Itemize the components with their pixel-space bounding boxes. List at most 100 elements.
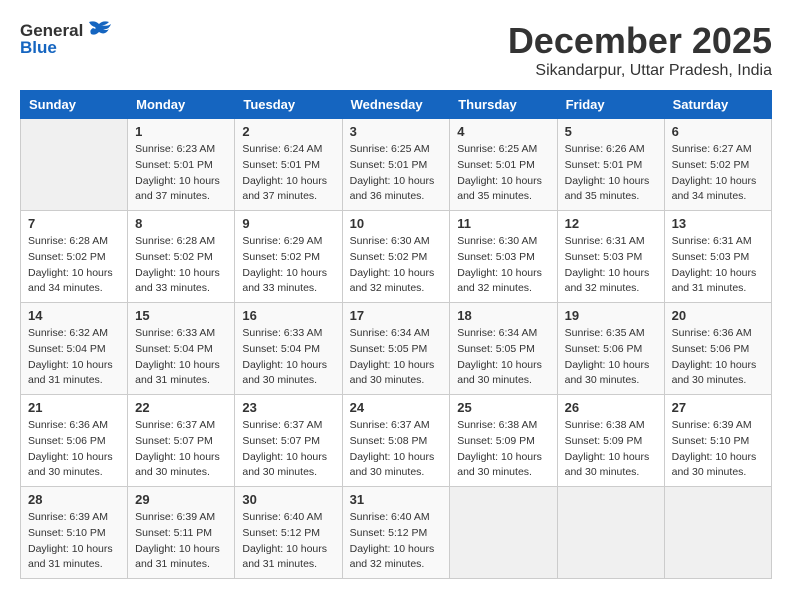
day-info: Sunrise: 6:36 AM Sunset: 5:06 PM Dayligh… bbox=[28, 418, 120, 481]
day-number: 21 bbox=[28, 400, 120, 415]
header-sunday: Sunday bbox=[21, 91, 128, 119]
day-cell: 30 Sunrise: 6:40 AM Sunset: 5:12 PM Dayli… bbox=[235, 487, 342, 579]
day-cell: 3 Sunrise: 6:25 AM Sunset: 5:01 PM Daylig… bbox=[342, 119, 450, 211]
day-number: 22 bbox=[135, 400, 227, 415]
day-number: 1 bbox=[135, 124, 227, 139]
day-cell bbox=[557, 487, 664, 579]
day-cell bbox=[450, 487, 557, 579]
calendar-header-row: SundayMondayTuesdayWednesdayThursdayFrid… bbox=[21, 91, 772, 119]
day-number: 15 bbox=[135, 308, 227, 323]
day-info: Sunrise: 6:32 AM Sunset: 5:04 PM Dayligh… bbox=[28, 326, 120, 389]
day-number: 12 bbox=[565, 216, 657, 231]
day-info: Sunrise: 6:25 AM Sunset: 5:01 PM Dayligh… bbox=[350, 142, 443, 205]
day-info: Sunrise: 6:40 AM Sunset: 5:12 PM Dayligh… bbox=[242, 510, 334, 573]
day-cell: 31 Sunrise: 6:40 AM Sunset: 5:12 PM Dayli… bbox=[342, 487, 450, 579]
day-info: Sunrise: 6:26 AM Sunset: 5:01 PM Dayligh… bbox=[565, 142, 657, 205]
day-cell: 6 Sunrise: 6:27 AM Sunset: 5:02 PM Daylig… bbox=[664, 119, 771, 211]
day-number: 19 bbox=[565, 308, 657, 323]
header-thursday: Thursday bbox=[450, 91, 557, 119]
day-cell: 18 Sunrise: 6:34 AM Sunset: 5:05 PM Dayli… bbox=[450, 303, 557, 395]
day-cell: 25Sunrise: 6:38 AM Sunset: 5:09 PM Dayli… bbox=[450, 395, 557, 487]
week-row-2: 7 Sunrise: 6:28 AM Sunset: 5:02 PM Daylig… bbox=[21, 211, 772, 303]
day-info: Sunrise: 6:34 AM Sunset: 5:05 PM Dayligh… bbox=[350, 326, 443, 389]
week-row-3: 14Sunrise: 6:32 AM Sunset: 5:04 PM Dayli… bbox=[21, 303, 772, 395]
day-number: 30 bbox=[242, 492, 334, 507]
day-cell: 10Sunrise: 6:30 AM Sunset: 5:02 PM Dayli… bbox=[342, 211, 450, 303]
week-row-5: 28Sunrise: 6:39 AM Sunset: 5:10 PM Dayli… bbox=[21, 487, 772, 579]
day-cell: 24 Sunrise: 6:37 AM Sunset: 5:08 PM Dayli… bbox=[342, 395, 450, 487]
day-info: Sunrise: 6:24 AM Sunset: 5:01 PM Dayligh… bbox=[242, 142, 334, 205]
day-info: Sunrise: 6:37 AM Sunset: 5:07 PM Dayligh… bbox=[242, 418, 334, 481]
location-title: Sikandarpur, Uttar Pradesh, India bbox=[508, 62, 772, 80]
day-cell: 5 Sunrise: 6:26 AM Sunset: 5:01 PM Daylig… bbox=[557, 119, 664, 211]
day-cell: 29 Sunrise: 6:39 AM Sunset: 5:11 PM Dayli… bbox=[128, 487, 235, 579]
day-cell: 28Sunrise: 6:39 AM Sunset: 5:10 PM Dayli… bbox=[21, 487, 128, 579]
day-info: Sunrise: 6:31 AM Sunset: 5:03 PM Dayligh… bbox=[565, 234, 657, 297]
day-number: 16 bbox=[242, 308, 334, 323]
day-number: 6 bbox=[672, 124, 764, 139]
day-number: 18 bbox=[457, 308, 549, 323]
header-friday: Friday bbox=[557, 91, 664, 119]
day-cell: 20 Sunrise: 6:36 AM Sunset: 5:06 PM Dayli… bbox=[664, 303, 771, 395]
day-number: 3 bbox=[350, 124, 443, 139]
day-cell: 12 Sunrise: 6:31 AM Sunset: 5:03 PM Dayli… bbox=[557, 211, 664, 303]
day-info: Sunrise: 6:30 AM Sunset: 5:03 PM Dayligh… bbox=[457, 234, 549, 297]
month-title: December 2025 bbox=[508, 20, 772, 62]
day-number: 4 bbox=[457, 124, 549, 139]
day-info: Sunrise: 6:39 AM Sunset: 5:11 PM Dayligh… bbox=[135, 510, 227, 573]
day-info: Sunrise: 6:40 AM Sunset: 5:12 PM Dayligh… bbox=[350, 510, 443, 573]
day-number: 31 bbox=[350, 492, 443, 507]
page-header: General Blue December 2025 Sikandarpur, … bbox=[20, 20, 772, 80]
day-cell: 2 Sunrise: 6:24 AM Sunset: 5:01 PM Daylig… bbox=[235, 119, 342, 211]
day-number: 5 bbox=[565, 124, 657, 139]
day-info: Sunrise: 6:28 AM Sunset: 5:02 PM Dayligh… bbox=[135, 234, 227, 297]
day-cell: 26Sunrise: 6:38 AM Sunset: 5:09 PM Dayli… bbox=[557, 395, 664, 487]
day-number: 23 bbox=[242, 400, 334, 415]
day-cell: 23 Sunrise: 6:37 AM Sunset: 5:07 PM Dayli… bbox=[235, 395, 342, 487]
calendar-table: SundayMondayTuesdayWednesdayThursdayFrid… bbox=[20, 90, 772, 579]
day-number: 20 bbox=[672, 308, 764, 323]
day-info: Sunrise: 6:33 AM Sunset: 5:04 PM Dayligh… bbox=[135, 326, 227, 389]
day-number: 8 bbox=[135, 216, 227, 231]
day-cell: 14Sunrise: 6:32 AM Sunset: 5:04 PM Dayli… bbox=[21, 303, 128, 395]
day-info: Sunrise: 6:37 AM Sunset: 5:08 PM Dayligh… bbox=[350, 418, 443, 481]
day-info: Sunrise: 6:27 AM Sunset: 5:02 PM Dayligh… bbox=[672, 142, 764, 205]
day-number: 29 bbox=[135, 492, 227, 507]
header-saturday: Saturday bbox=[664, 91, 771, 119]
title-block: December 2025 Sikandarpur, Uttar Pradesh… bbox=[508, 20, 772, 80]
day-cell bbox=[664, 487, 771, 579]
day-cell: 7 Sunrise: 6:28 AM Sunset: 5:02 PM Daylig… bbox=[21, 211, 128, 303]
day-number: 26 bbox=[565, 400, 657, 415]
day-number: 27 bbox=[672, 400, 764, 415]
day-info: Sunrise: 6:37 AM Sunset: 5:07 PM Dayligh… bbox=[135, 418, 227, 481]
day-info: Sunrise: 6:25 AM Sunset: 5:01 PM Dayligh… bbox=[457, 142, 549, 205]
day-number: 13 bbox=[672, 216, 764, 231]
day-info: Sunrise: 6:36 AM Sunset: 5:06 PM Dayligh… bbox=[672, 326, 764, 389]
week-row-4: 21 Sunrise: 6:36 AM Sunset: 5:06 PM Dayli… bbox=[21, 395, 772, 487]
day-cell bbox=[21, 119, 128, 211]
day-cell: 16Sunrise: 6:33 AM Sunset: 5:04 PM Dayli… bbox=[235, 303, 342, 395]
day-number: 9 bbox=[242, 216, 334, 231]
day-info: Sunrise: 6:28 AM Sunset: 5:02 PM Dayligh… bbox=[28, 234, 120, 297]
day-cell: 15 Sunrise: 6:33 AM Sunset: 5:04 PM Dayli… bbox=[128, 303, 235, 395]
day-number: 11 bbox=[457, 216, 549, 231]
day-cell: 4 Sunrise: 6:25 AM Sunset: 5:01 PM Daylig… bbox=[450, 119, 557, 211]
day-info: Sunrise: 6:38 AM Sunset: 5:09 PM Dayligh… bbox=[457, 418, 549, 481]
day-info: Sunrise: 6:34 AM Sunset: 5:05 PM Dayligh… bbox=[457, 326, 549, 389]
day-cell: 22 Sunrise: 6:37 AM Sunset: 5:07 PM Dayli… bbox=[128, 395, 235, 487]
header-tuesday: Tuesday bbox=[235, 91, 342, 119]
day-cell: 11 Sunrise: 6:30 AM Sunset: 5:03 PM Dayli… bbox=[450, 211, 557, 303]
header-monday: Monday bbox=[128, 91, 235, 119]
day-info: Sunrise: 6:23 AM Sunset: 5:01 PM Dayligh… bbox=[135, 142, 227, 205]
day-number: 28 bbox=[28, 492, 120, 507]
day-number: 24 bbox=[350, 400, 443, 415]
day-cell: 8 Sunrise: 6:28 AM Sunset: 5:02 PM Daylig… bbox=[128, 211, 235, 303]
week-row-1: 1 Sunrise: 6:23 AM Sunset: 5:01 PM Daylig… bbox=[21, 119, 772, 211]
day-cell: 13 Sunrise: 6:31 AM Sunset: 5:03 PM Dayli… bbox=[664, 211, 771, 303]
day-number: 2 bbox=[242, 124, 334, 139]
day-cell: 17 Sunrise: 6:34 AM Sunset: 5:05 PM Dayli… bbox=[342, 303, 450, 395]
day-number: 7 bbox=[28, 216, 120, 231]
day-number: 17 bbox=[350, 308, 443, 323]
day-cell: 21 Sunrise: 6:36 AM Sunset: 5:06 PM Dayli… bbox=[21, 395, 128, 487]
day-info: Sunrise: 6:31 AM Sunset: 5:03 PM Dayligh… bbox=[672, 234, 764, 297]
